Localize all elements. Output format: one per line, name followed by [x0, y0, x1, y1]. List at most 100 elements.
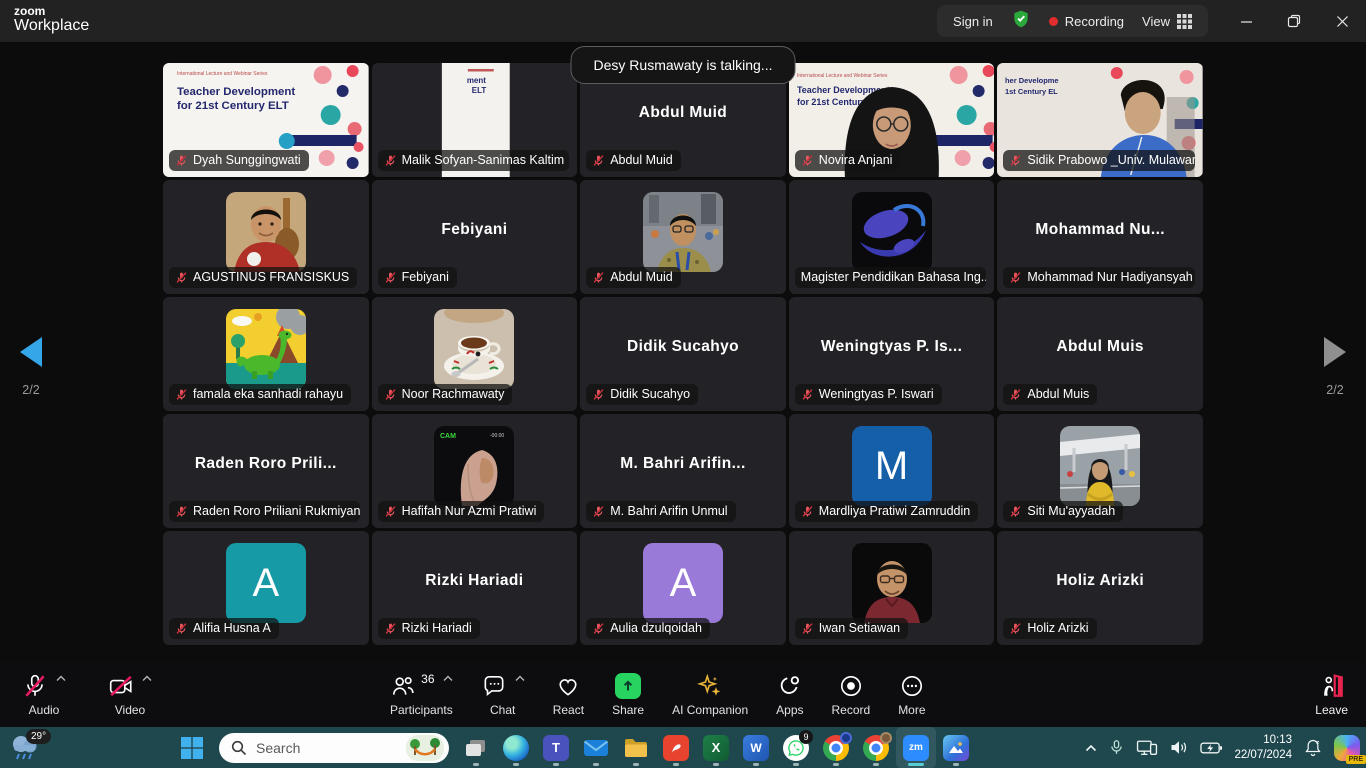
participant-tile[interactable]: Siti Mu'ayyadah — [997, 414, 1203, 528]
taskbar-chrome-app-1[interactable] — [816, 727, 856, 768]
participants-button[interactable]: 36 Participants — [390, 660, 453, 727]
taskbar-photos-app[interactable] — [936, 727, 976, 768]
participant-center-name: Mohammad Nu... — [997, 180, 1203, 280]
react-button[interactable]: React — [553, 660, 584, 727]
taskbar-word-app[interactable]: W — [736, 727, 776, 768]
tray-battery-icon[interactable] — [1200, 741, 1223, 755]
record-button[interactable]: Record — [832, 660, 871, 727]
participant-tile[interactable]: International Lecture and Webinar Series… — [163, 63, 369, 177]
share-button[interactable]: Share — [612, 660, 644, 727]
organization-logo — [852, 192, 932, 272]
taskbar-teams-app[interactable]: T — [536, 727, 576, 768]
participants-count: 36 — [421, 672, 434, 686]
zoom-app-icon: zm — [903, 735, 929, 761]
participant-tile[interactable]: Abdul MuisAbdul Muis — [997, 297, 1203, 411]
participant-name: Magister Pendidikan Bahasa Ing... — [801, 270, 986, 284]
participant-name-label: Noor Rachmawaty — [378, 384, 513, 405]
participant-name: Abdul Muid — [610, 153, 673, 167]
chrome-icon — [823, 735, 849, 761]
minimize-button[interactable] — [1222, 0, 1270, 42]
participant-tile[interactable]: Holiz ArizkiHoliz Arizki — [997, 531, 1203, 645]
participant-name: Hafifah Nur Azmi Pratiwi — [402, 504, 537, 518]
participant-tile[interactable]: AAulia dzulqoidah — [580, 531, 786, 645]
start-button[interactable] — [172, 727, 212, 768]
taskbar-desktop-app[interactable] — [456, 727, 496, 768]
chat-chevron[interactable] — [515, 675, 525, 682]
taskbar-whatsapp-app[interactable]: 9 — [776, 727, 816, 768]
leave-button[interactable]: Leave — [1315, 660, 1348, 727]
participant-tile[interactable]: AGUSTINUS FRANSISKUS — [163, 180, 369, 294]
audio-button[interactable]: Audio — [22, 660, 66, 727]
participant-name: Iwan Setiawan — [819, 621, 900, 635]
muted-mic-icon — [1009, 505, 1022, 518]
participant-tile[interactable]: FebiyaniFebiyani — [372, 180, 578, 294]
taskbar-zoom-app[interactable]: zm — [896, 727, 936, 768]
chat-button[interactable]: Chat — [481, 660, 525, 727]
participant-tile[interactable]: Didik SucahyoDidik Sucahyo — [580, 297, 786, 411]
security-shield-icon[interactable] — [1011, 9, 1031, 34]
logo-zoom: zoom — [14, 5, 89, 18]
participant-tile[interactable]: mentELTMalik Sofyan-Sanimas Kaltim — [372, 63, 578, 177]
participant-tile[interactable]: Magister Pendidikan Bahasa Ing... — [789, 180, 995, 294]
search-highlight-image[interactable] — [406, 735, 444, 761]
tray-mic-icon[interactable] — [1108, 739, 1125, 756]
participant-tile[interactable]: Weningtyas P. Is...Weningtyas P. Iswari — [789, 297, 995, 411]
taskbar-edge-app[interactable] — [496, 727, 536, 768]
participant-name-label: Siti Mu'ayyadah — [1003, 501, 1123, 522]
meeting-toolbar: Audio Video 36 Participants — [0, 660, 1366, 727]
participant-name-label: Iwan Setiawan — [795, 618, 908, 639]
muted-mic-icon — [801, 622, 814, 635]
video-options-chevron[interactable] — [142, 675, 152, 682]
participant-center-name: Weningtyas P. Is... — [789, 297, 995, 397]
taskbar-chrome-app-2[interactable] — [856, 727, 896, 768]
apps-button[interactable]: Apps — [776, 660, 803, 727]
participant-tile[interactable]: Iwan Setiawan — [789, 531, 995, 645]
taskbar-pdf-app[interactable] — [656, 727, 696, 768]
letter-avatar: M — [852, 426, 932, 506]
mail-icon — [583, 735, 609, 761]
recording-dot-icon — [1049, 17, 1058, 26]
restore-button[interactable] — [1270, 0, 1318, 42]
weather-widget[interactable]: 29° — [8, 731, 52, 765]
participant-tile[interactable]: famala eka sanhadi rahayu — [163, 297, 369, 411]
participant-tile[interactable]: Abdul Muid — [580, 180, 786, 294]
time: 10:13 — [1234, 733, 1292, 747]
more-button[interactable]: More — [898, 660, 925, 727]
notifications-bell-icon[interactable]: z — [1303, 738, 1323, 758]
audio-options-chevron[interactable] — [56, 675, 66, 682]
participant-tile[interactable]: her Developme1st Century ELSidik Prabowo… — [997, 63, 1203, 177]
taskbar-excel-app[interactable]: X — [696, 727, 736, 768]
participant-tile[interactable]: International Lecture and Webinar Series… — [789, 63, 995, 177]
desktops-icon — [464, 736, 488, 760]
participant-tile[interactable]: Raden Roro Prili...Raden Roro Priliani R… — [163, 414, 369, 528]
previous-page-arrow[interactable] — [18, 336, 44, 368]
taskbar-file-explorer-app[interactable] — [616, 727, 656, 768]
participant-tile[interactable]: MMardliya Pratiwi Zamruddin — [789, 414, 995, 528]
search-input[interactable]: Search — [219, 733, 449, 763]
taskbar-mail-app[interactable] — [576, 727, 616, 768]
taskbar-clock[interactable]: 10:13 22/07/2024 — [1234, 733, 1292, 762]
view-button[interactable]: View — [1142, 14, 1192, 29]
participants-chevron[interactable] — [443, 675, 453, 682]
chat-icon — [481, 673, 507, 699]
copilot-icon[interactable]: PRE — [1334, 735, 1360, 761]
participant-tile[interactable]: Noor Rachmawaty — [372, 297, 578, 411]
tray-speaker-icon[interactable] — [1169, 739, 1189, 756]
ai-companion-button[interactable]: AI Companion — [672, 660, 748, 727]
participant-tile[interactable]: CAM-00:00Hafifah Nur Azmi Pratiwi — [372, 414, 578, 528]
next-page-control: 2/2 — [1312, 336, 1358, 397]
word-icon: W — [743, 735, 769, 761]
close-button[interactable] — [1318, 0, 1366, 42]
participant-name: Abdul Muid — [610, 270, 673, 284]
participant-tile[interactable]: AAlifia Husna A — [163, 531, 369, 645]
next-page-arrow[interactable] — [1322, 336, 1348, 368]
participant-tile[interactable]: M. Bahri Arifin...M. Bahri Arifin Unmul — [580, 414, 786, 528]
participant-tile[interactable]: Rizki HariadiRizki Hariadi — [372, 531, 578, 645]
participant-name-label: Hafifah Nur Azmi Pratiwi — [378, 501, 545, 522]
muted-mic-icon — [801, 388, 814, 401]
hidden-icons-chevron[interactable] — [1085, 744, 1097, 752]
tray-display-icon[interactable] — [1136, 739, 1158, 757]
video-button[interactable]: Video — [108, 660, 152, 727]
sign-in-button[interactable]: Sign in — [953, 14, 993, 29]
participant-tile[interactable]: Mohammad Nu...Mohammad Nur Hadiyansyah — [997, 180, 1203, 294]
